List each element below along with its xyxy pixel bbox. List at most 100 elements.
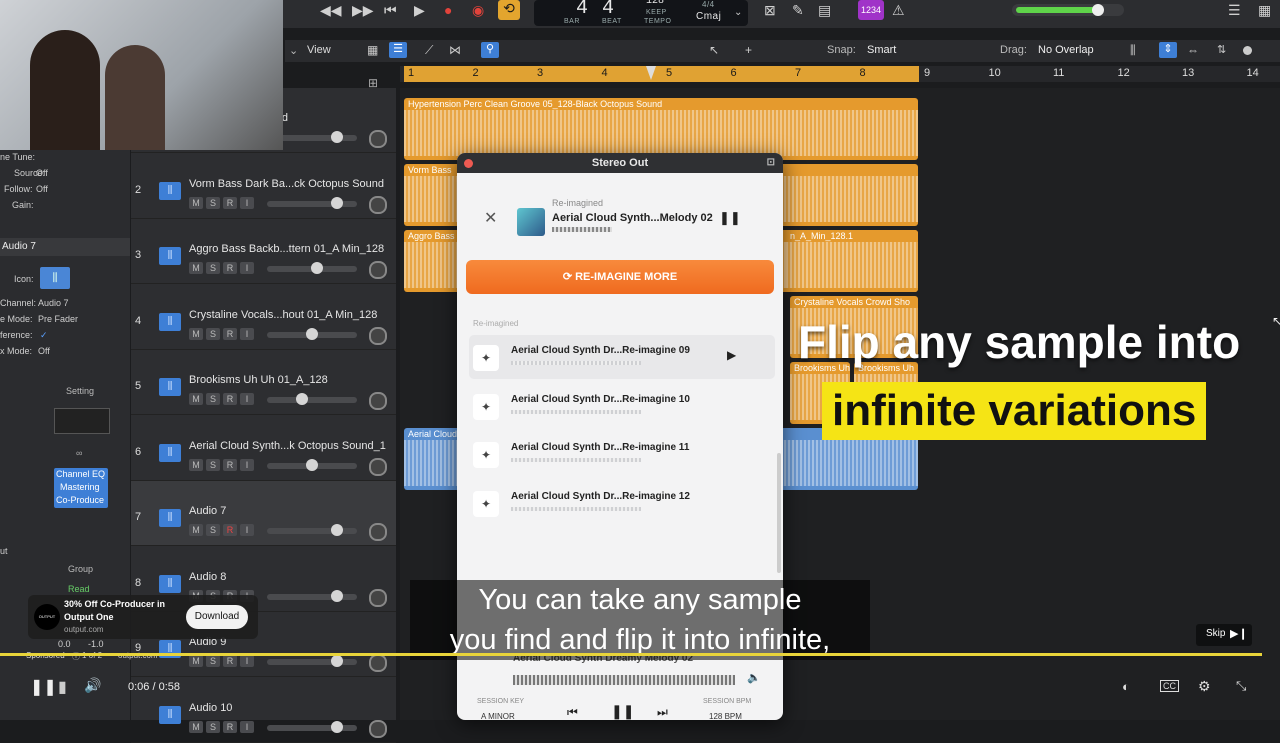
plugin-co-produce[interactable]: Co-Produce	[56, 495, 104, 505]
m-button[interactable]: M	[189, 393, 203, 405]
fader-knob[interactable]	[331, 720, 343, 733]
list-view-icon[interactable]: ☰	[389, 42, 407, 58]
record-icon[interactable]: ●	[444, 2, 452, 18]
settings-gear-icon[interactable]: ⚙	[1198, 678, 1211, 695]
fader-knob[interactable]	[331, 589, 343, 602]
sort-icon[interactable]: ⇅	[1217, 43, 1226, 56]
fader-knob[interactable]	[331, 524, 343, 536]
chevron-down-icon[interactable]: ⌄	[734, 7, 743, 18]
region-hypertension[interactable]: Hypertension Perc Clean Groove 05_128-Bl…	[404, 98, 918, 160]
channel-value[interactable]: Audio 7	[38, 298, 69, 308]
volume-icon[interactable]: 🔊	[84, 677, 101, 694]
pan-knob[interactable]	[369, 326, 387, 345]
track-row[interactable]: 7 ⫼ Audio 7 MSRI	[131, 481, 396, 546]
variation-item[interactable]: ✦ Aerial Cloud Synth Dr...Re-imagine 12	[473, 485, 773, 525]
automation-icon[interactable]: ⟋	[425, 43, 433, 58]
fader-knob[interactable]	[331, 655, 343, 667]
track-icon-picker[interactable]: ⫼	[40, 267, 70, 289]
fader-knob[interactable]	[306, 458, 318, 471]
waveform-icon[interactable]: ⫼	[159, 181, 181, 200]
video-pause-icon[interactable]: ❚❚	[30, 677, 57, 697]
drag-select[interactable]: No Overlap	[1038, 44, 1094, 56]
master-volume-slider[interactable]	[1012, 4, 1124, 16]
cycle-icon[interactable]: ⟲	[498, 0, 520, 20]
footer-waveform[interactable]	[513, 675, 735, 685]
ruler-bar-11[interactable]: 11	[1053, 67, 1064, 79]
setting-label[interactable]: Setting	[66, 386, 94, 396]
replace-icon[interactable]: ◉	[472, 2, 484, 19]
track-name[interactable]: Brookisms Uh Uh 01_A_128	[189, 374, 328, 386]
m-button[interactable]: M	[189, 458, 203, 471]
inspector-section-header[interactable]: Audio 7	[0, 238, 130, 256]
session-bpm-value[interactable]: 128 BPM	[709, 712, 742, 720]
pencil-icon[interactable]: ✎	[792, 2, 804, 19]
view-menu[interactable]: View	[307, 44, 331, 56]
region-aggro-bass-2[interactable]: n_A_Min_128.1	[786, 230, 918, 292]
volume-fader[interactable]	[267, 720, 357, 733]
pan-knob[interactable]	[369, 654, 387, 672]
track-name[interactable]: Vorm Bass Dark Ba...ck Octopus Sound	[189, 178, 384, 190]
cycle-range[interactable]	[404, 66, 919, 82]
m-button[interactable]: M	[189, 720, 203, 733]
volume-fader[interactable]	[267, 327, 357, 340]
pause-main-icon[interactable]: ❚❚	[611, 703, 634, 720]
pan-knob[interactable]	[369, 195, 387, 214]
ruler-bar-6[interactable]: 6	[731, 67, 737, 79]
waveform-icon[interactable]: ⫼	[159, 312, 181, 331]
pan-knob[interactable]	[369, 261, 387, 279]
ruler-bar-7[interactable]: 7	[795, 67, 801, 79]
link-icon[interactable]: ∞	[76, 448, 82, 458]
waveform-zoom-icon[interactable]: ⫼	[1130, 43, 1136, 58]
volume-icon[interactable]: 🔈	[747, 671, 761, 684]
grid-icon[interactable]: ▦	[367, 43, 378, 57]
rewind-icon[interactable]: ◀◀	[320, 2, 342, 19]
plugin-channel-eq[interactable]: Channel EQ	[56, 469, 105, 479]
volume-fader[interactable]	[267, 458, 357, 471]
follow-value[interactable]: Off	[36, 184, 48, 194]
plugin-title-bar[interactable]: Stereo Out ⊡	[457, 153, 783, 173]
autoplay-toggle-icon[interactable]: ◐	[1122, 679, 1130, 694]
group-label[interactable]: Group	[68, 564, 93, 574]
track-row[interactable]: 3 ⫼ Aggro Bass Backb...ttern 01_A Min_128 M…	[131, 219, 396, 284]
fullscreen-exit-icon[interactable]: ⤡	[1236, 678, 1246, 694]
r-button[interactable]: R	[223, 720, 237, 733]
browser-icon[interactable]: ▦	[1258, 2, 1271, 19]
waveform-icon[interactable]: ⫼	[159, 443, 181, 462]
track-name[interactable]: Audio 10	[189, 702, 232, 714]
waveform-icon[interactable]: ⫼	[159, 574, 181, 593]
i-button[interactable]: I	[240, 524, 254, 536]
variation-item[interactable]: ✦ Aerial Cloud Synth Dr...Re-imagine 11	[473, 436, 773, 476]
pan-knob[interactable]	[369, 588, 387, 607]
fader-knob[interactable]	[311, 262, 323, 274]
r-button[interactable]: R	[223, 196, 237, 209]
eq-thumbnail[interactable]	[54, 408, 110, 434]
pointer-tool-icon[interactable]: ↖	[709, 43, 719, 57]
r-button[interactable]: R	[223, 458, 237, 471]
s-button[interactable]: S	[206, 655, 220, 667]
volume-fader[interactable]	[267, 655, 357, 667]
pan-knob[interactable]	[369, 457, 387, 476]
read-label[interactable]: Read	[68, 584, 90, 594]
ruler-bar-1[interactable]: 1	[408, 67, 414, 79]
zoom-slider-knob[interactable]	[1243, 46, 1252, 55]
m-button[interactable]: M	[189, 524, 203, 536]
i-button[interactable]: I	[240, 655, 254, 667]
track-row[interactable]: 5 ⫼ Brookisms Uh Uh 01_A_128 M S R I	[131, 350, 396, 415]
reimagine-more-button[interactable]: ⟳ RE-IMAGINE MORE	[466, 260, 774, 294]
next-icon[interactable]: ⏭	[657, 705, 668, 720]
i-button[interactable]: I	[240, 720, 254, 733]
ruler-bar-9[interactable]: 9	[924, 67, 930, 79]
fader-knob[interactable]	[306, 327, 318, 340]
ruler-bar-3[interactable]: 3	[537, 67, 543, 79]
r-button[interactable]: R	[223, 655, 237, 667]
secondary-tool-icon[interactable]: +	[745, 43, 752, 57]
play-icon[interactable]: ▶	[414, 2, 425, 19]
i-button[interactable]: I	[240, 458, 254, 471]
pan-knob[interactable]	[369, 392, 387, 410]
list-editor-icon[interactable]: ⊠	[764, 2, 776, 19]
checkbox-icon[interactable]: ✓	[40, 330, 48, 341]
volume-fader[interactable]	[267, 262, 357, 274]
s-button[interactable]: S	[206, 262, 220, 274]
sponsored-ad-card[interactable]: OUTPUT 30% Off Co-Producer in Output One…	[28, 595, 258, 639]
go-to-start-icon[interactable]: ⏮	[384, 2, 397, 19]
